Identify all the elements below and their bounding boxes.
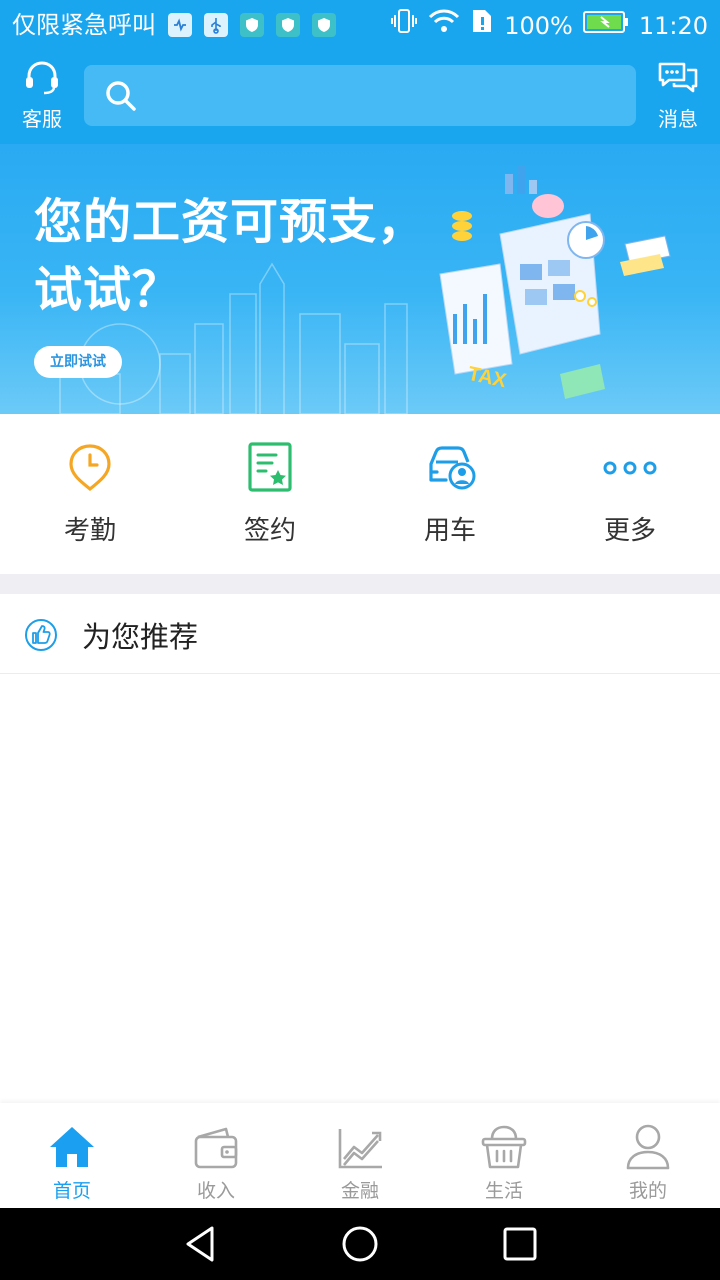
more-dots-icon <box>603 461 657 475</box>
headset-icon <box>26 61 58 95</box>
tab-income[interactable]: 收入 <box>144 1103 288 1208</box>
status-bar: 仅限紧急呼叫 100% 11:20 <box>0 0 720 50</box>
tab-home-label: 首页 <box>52 1180 91 1202</box>
tab-life[interactable]: 生活 <box>432 1103 576 1208</box>
usb-icon <box>204 13 228 37</box>
recommend-section-header: 为您推荐 <box>0 594 720 674</box>
shortcut-grid: 考勤 签约 用车 更多 <box>0 414 720 574</box>
contract-star-icon <box>248 442 292 492</box>
clock-time: 11:20 <box>638 11 708 40</box>
tab-life-label: 生活 <box>484 1180 523 1202</box>
customer-service-label: 客服 <box>22 107 62 131</box>
shield-notification-icon <box>240 13 264 37</box>
vibrate-icon <box>390 8 418 43</box>
back-icon[interactable] <box>180 1224 220 1264</box>
user-icon <box>626 1124 670 1170</box>
car-user-icon <box>429 446 476 490</box>
messages-label: 消息 <box>658 107 698 131</box>
carrier-text: 仅限紧急呼叫 <box>12 11 156 39</box>
recent-apps-icon[interactable] <box>500 1224 540 1264</box>
promo-banner[interactable]: TAX 您的工资可预支， 试试？ 立即试试 <box>0 144 720 414</box>
basket-icon <box>481 1125 527 1169</box>
home-icon <box>50 1127 94 1167</box>
banner-try-now-button[interactable]: 立即试试 <box>34 346 122 378</box>
clock-pin-icon <box>69 444 111 492</box>
banner-title-line1: 您的工资可预支， <box>34 194 427 250</box>
wallet-icon <box>194 1127 238 1169</box>
tab-finance-label: 金融 <box>340 1180 379 1202</box>
wifi-icon <box>428 8 460 43</box>
shortcut-car-label: 用车 <box>423 516 476 546</box>
shortcut-more-label: 更多 <box>603 516 656 546</box>
search-bar[interactable] <box>84 65 636 126</box>
customer-service-button[interactable]: 客服 <box>12 60 72 132</box>
shortcut-attendance-label: 考勤 <box>63 516 116 546</box>
tab-finance[interactable]: 金融 <box>288 1103 432 1208</box>
top-header: 客服 消息 <box>0 50 720 144</box>
section-divider <box>0 574 720 594</box>
health-notification-icon <box>168 13 192 37</box>
bottom-tab-bar: 首页 收入 金融 生活 我的 <box>0 1103 720 1208</box>
shortcut-more[interactable]: 更多 <box>540 414 720 574</box>
shortcut-contract[interactable]: 签约 <box>180 414 360 574</box>
tab-mine[interactable]: 我的 <box>576 1103 720 1208</box>
messages-button[interactable]: 消息 <box>648 60 708 132</box>
tab-income-label: 收入 <box>196 1180 235 1202</box>
tab-mine-label: 我的 <box>628 1180 667 1202</box>
recommend-title: 为您推荐 <box>82 620 199 654</box>
search-icon <box>106 81 136 111</box>
battery-icon <box>582 9 629 43</box>
shield-notification-icon <box>312 13 336 37</box>
chat-bubbles-icon <box>658 62 698 93</box>
system-navigation-bar <box>0 1208 720 1280</box>
shortcut-contract-label: 签约 <box>243 516 296 546</box>
home-circle-icon[interactable] <box>340 1224 380 1264</box>
sim-alert-icon <box>470 8 494 43</box>
shortcut-attendance[interactable]: 考勤 <box>0 414 180 574</box>
battery-percent: 100% <box>504 11 573 40</box>
banner-title-line2: 试试？ <box>34 262 182 318</box>
thumbs-up-icon <box>25 619 57 651</box>
chart-trend-icon <box>338 1129 382 1169</box>
banner-tax-text: TAX <box>466 363 509 393</box>
shortcut-car[interactable]: 用车 <box>360 414 540 574</box>
shield-notification-icon <box>276 13 300 37</box>
tab-home[interactable]: 首页 <box>0 1103 144 1208</box>
banner-title: 您的工资可预支， 试试？ <box>34 188 426 324</box>
